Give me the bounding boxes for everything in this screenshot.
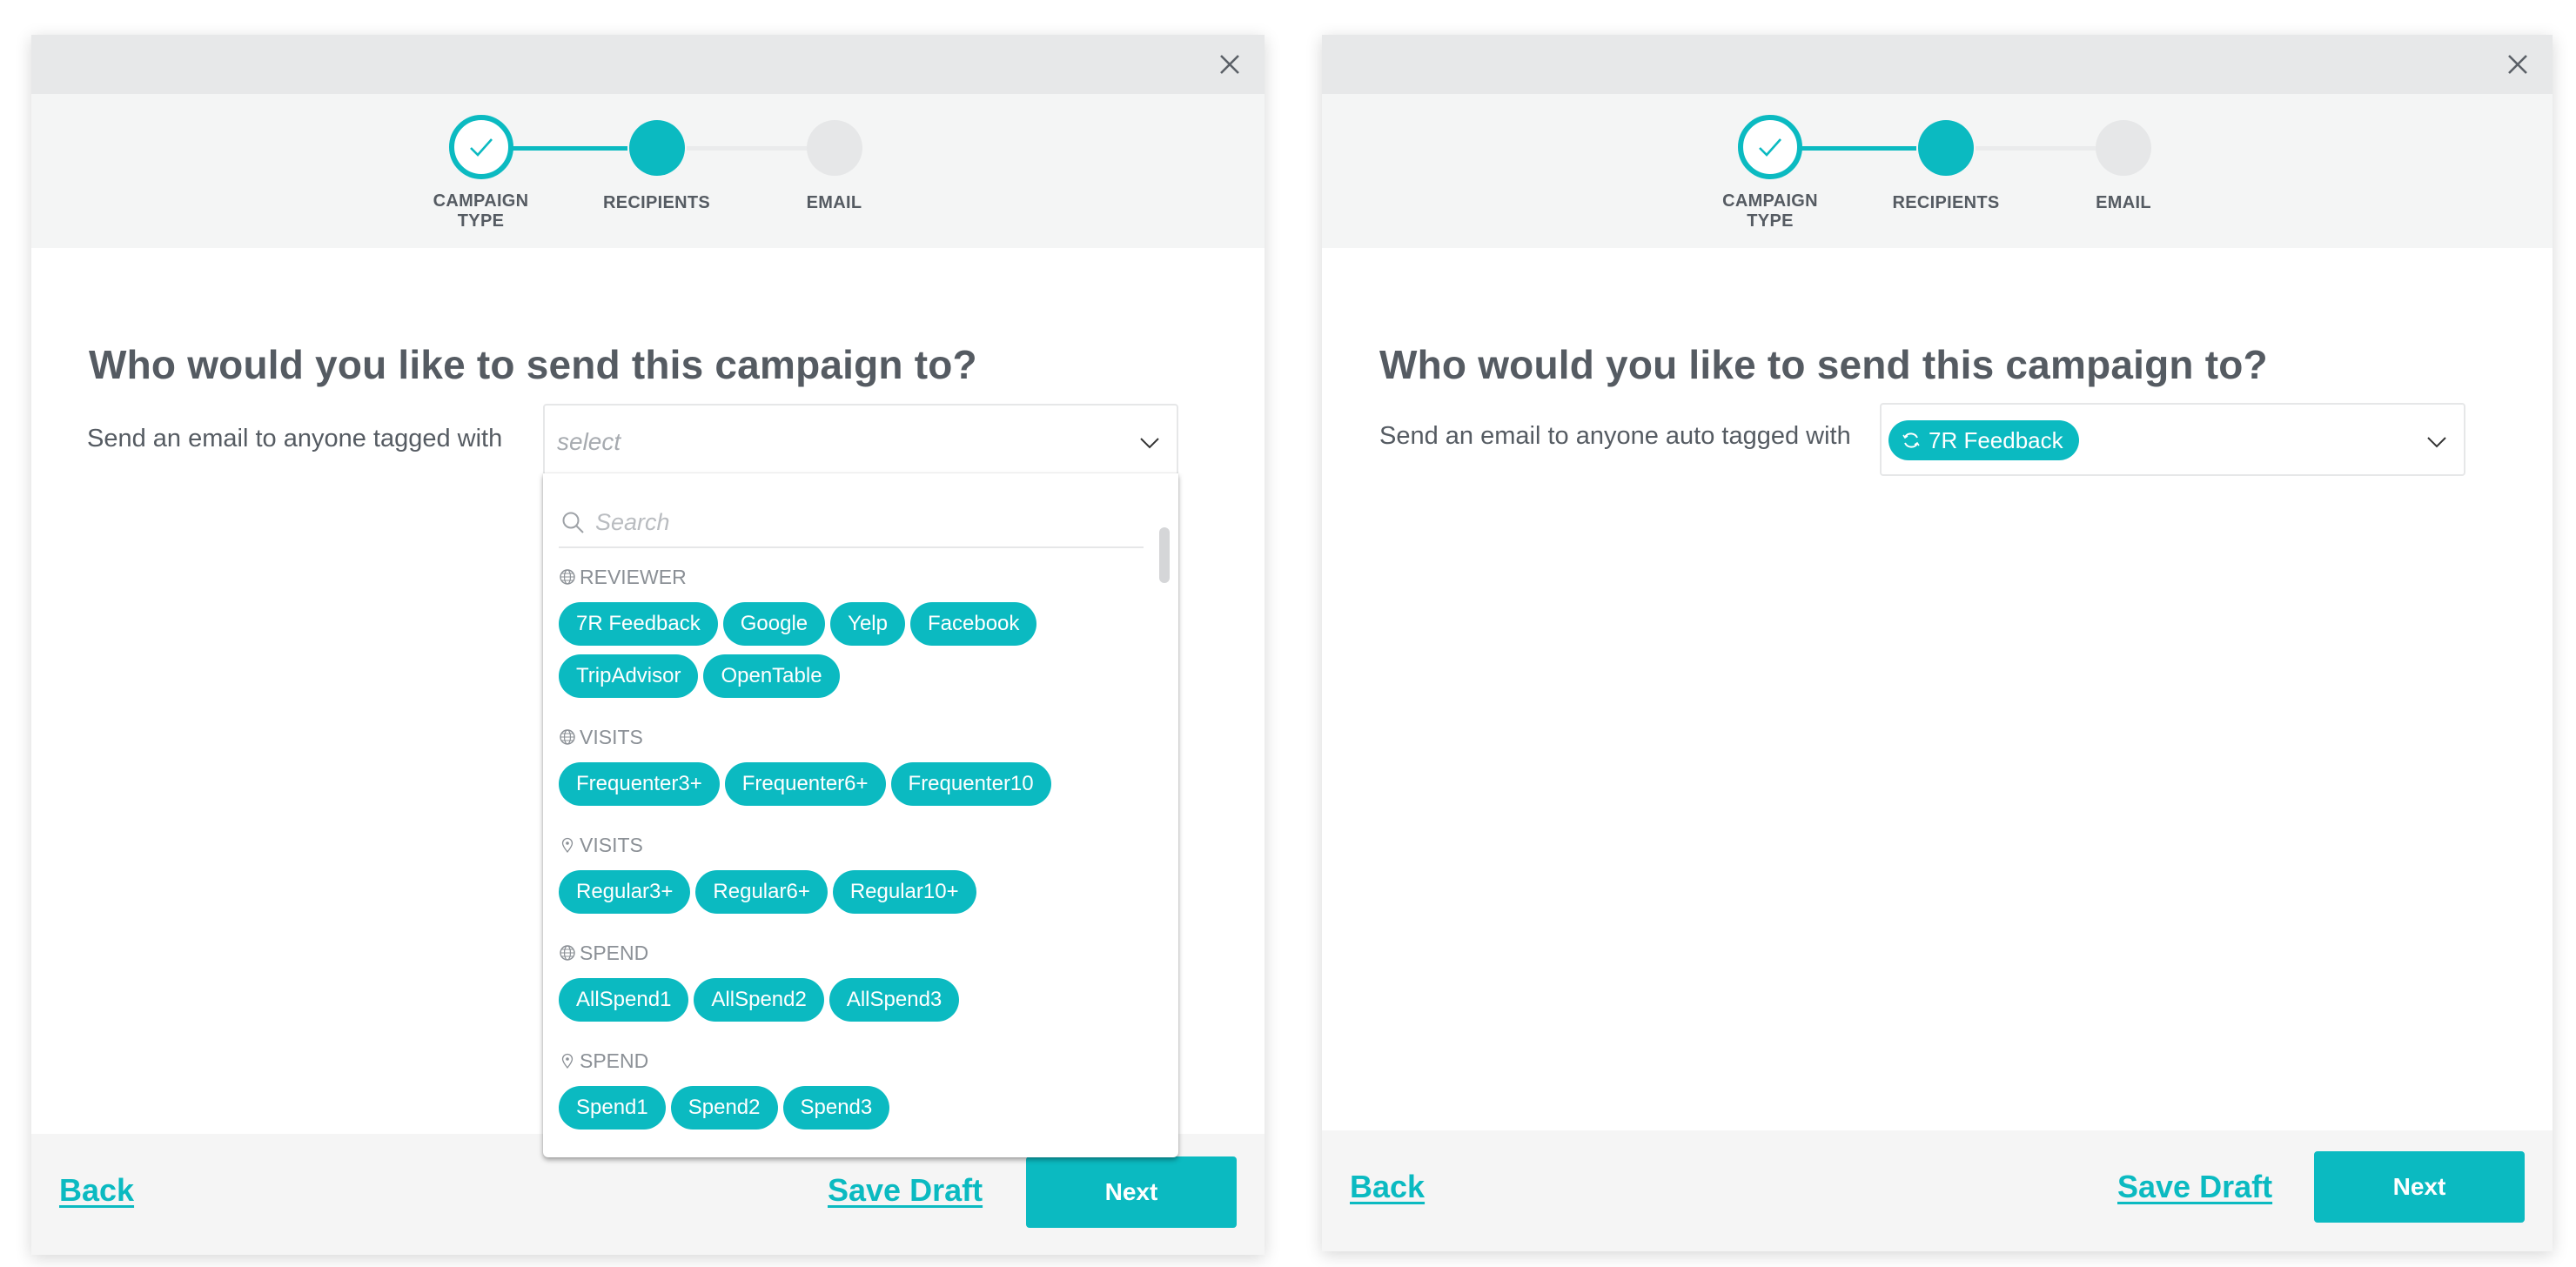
step-campaign-type[interactable]: CAMPAIGN TYPE [412, 113, 551, 231]
tag-chip[interactable]: Yelp [830, 602, 905, 646]
tag-group-label: REVIEWER [580, 565, 687, 588]
chevron-down-icon [1140, 438, 1159, 449]
tag-chip[interactable]: AllSpend1 [559, 978, 689, 1022]
tag-chip[interactable]: Facebook [909, 602, 1037, 646]
step-email[interactable]: EMAIL [2054, 113, 2193, 213]
back-link[interactable]: Back [1350, 1169, 1425, 1205]
search-icon [562, 512, 584, 533]
tag-group-title: VISITS [559, 724, 1133, 750]
step-label: RECIPIENTS [1892, 193, 2000, 212]
tag-select[interactable]: select [543, 404, 1178, 477]
step-recipients[interactable]: RECIPIENTS [587, 113, 727, 213]
tag-group-label: VISITS [580, 833, 643, 856]
checkmark-icon [469, 138, 493, 157]
step-label: CAMPAIGN TYPE [433, 191, 529, 231]
tag-group-label: SPEND [580, 941, 649, 964]
selected-tag-label: 7R Feedback [1929, 426, 2063, 453]
tag-group-title: SPEND [559, 1048, 1133, 1074]
step-circle-done [448, 115, 513, 179]
tag-chip[interactable]: Frequenter10 [890, 762, 1051, 806]
step-circle-pending [806, 120, 862, 176]
globe-icon [559, 728, 580, 746]
close-icon [2508, 55, 2527, 74]
chevron-down-icon [2427, 437, 2446, 448]
tag-chip[interactable]: AllSpend2 [694, 978, 824, 1022]
stepper-area: CAMPAIGN TYPE RECIPIENTS EMAIL [1322, 94, 2553, 248]
tag-group-label: VISITS [580, 725, 643, 748]
save-draft-link[interactable]: Save Draft [2117, 1169, 2272, 1205]
tag-chip[interactable]: AllSpend3 [828, 978, 960, 1022]
tag-field-label: Send an email to anyone tagged with [87, 425, 503, 452]
tag-chip-group: Spend1 Spend2 Spend3 [559, 1086, 1133, 1138]
tag-field-label: Send an email to anyone auto tagged with [1379, 422, 1851, 450]
sync-icon [1902, 432, 1920, 448]
selected-tag-chip[interactable]: 7R Feedback [1888, 420, 2079, 460]
tag-group-title: REVIEWER [559, 564, 1133, 590]
step-label: EMAIL [806, 193, 862, 212]
dialog-footer: Back Save Draft Next [1322, 1130, 2553, 1251]
page-title: Who would you like to send this campaign… [1379, 342, 2268, 387]
globe-icon [559, 944, 580, 962]
tag-chip[interactable]: Google [722, 602, 826, 646]
step-email[interactable]: EMAIL [765, 113, 904, 213]
dropdown-scrollbar[interactable] [1159, 527, 1170, 583]
progress-stepper: CAMPAIGN TYPE RECIPIENTS EMAIL [422, 113, 875, 244]
step-label: RECIPIENTS [602, 193, 711, 212]
tag-chip[interactable]: TripAdvisor [559, 654, 699, 698]
tag-group-title: VISITS [559, 832, 1133, 858]
step-label: CAMPAIGN TYPE [1722, 191, 1818, 231]
step-recipients[interactable]: RECIPIENTS [1876, 113, 2016, 213]
campaign-wizard-dialog-selected: CAMPAIGN TYPE RECIPIENTS EMAIL Who would … [1322, 35, 2553, 1251]
tag-group-label: SPEND [580, 1049, 649, 1072]
campaign-wizard-dialog-dropdown-open: CAMPAIGN TYPE RECIPIENTS EMAIL Who would … [31, 35, 1265, 1255]
globe-icon [559, 568, 580, 586]
page-title: Who would you like to send this campaign… [89, 342, 977, 387]
close-button[interactable] [2502, 49, 2533, 80]
checkmark-icon [1759, 138, 1781, 157]
tag-chip[interactable]: Spend1 [559, 1086, 666, 1130]
search-input[interactable] [595, 505, 1117, 540]
progress-stepper: CAMPAIGN TYPE RECIPIENTS EMAIL [1711, 113, 2163, 244]
next-button[interactable]: Next [1026, 1156, 1237, 1228]
tag-chip[interactable]: Spend2 [670, 1086, 778, 1130]
tag-chip[interactable]: Frequenter3+ [559, 762, 720, 806]
tag-chip-group: Frequenter3+ Frequenter6+ Frequenter10 [559, 762, 1133, 814]
select-placeholder: select [557, 428, 621, 455]
step-circle-active [1918, 120, 1974, 176]
step-circle-done [1738, 115, 1802, 179]
location-pin-icon [559, 1052, 580, 1069]
tag-chip[interactable]: OpenTable [703, 654, 840, 698]
tag-dropdown-menu: REVIEWER 7R FeedbackGoogleYelpFacebook Tri… [543, 473, 1178, 1157]
next-button[interactable]: Next [2314, 1151, 2525, 1223]
tag-chip-group: 7R Feedback Google Yelp Facebook TripAdvisor… [559, 602, 1133, 707]
dialog-header [31, 35, 1265, 94]
close-button[interactable] [1214, 49, 1245, 80]
tag-chip[interactable]: Regular10+ [832, 870, 976, 914]
tag-chip[interactable]: Regular6+ [695, 870, 828, 914]
save-draft-link[interactable]: Save Draft [828, 1172, 983, 1209]
step-circle-pending [2096, 120, 2151, 176]
back-link[interactable]: Back [59, 1172, 134, 1209]
stepper-area: CAMPAIGN TYPE RECIPIENTS EMAIL [31, 94, 1265, 248]
tag-chip-group: Regular3+ Regular6+ Regular10+ [559, 870, 1133, 922]
dialog-header [1322, 35, 2553, 94]
dropdown-search [559, 499, 1144, 548]
tag-select[interactable]: 7R Feedback [1880, 403, 2465, 476]
tag-group-title: SPEND [559, 940, 1133, 966]
step-campaign-type[interactable]: CAMPAIGN TYPE [1701, 113, 1840, 231]
close-icon [1220, 55, 1239, 74]
step-circle-active [628, 120, 685, 176]
tag-chip-group: AllSpend1 AllSpend2 AllSpend3 [559, 978, 1133, 1030]
tag-chip[interactable]: Frequenter6+ [724, 762, 886, 806]
tag-group-list: REVIEWER 7R Feedback Google Yelp Facebook Tri… [559, 564, 1133, 1156]
tag-chip[interactable]: 7R Feedback [559, 602, 718, 646]
tag-chip[interactable]: Regular3+ [559, 870, 691, 914]
step-label: EMAIL [2096, 193, 2151, 212]
location-pin-icon [559, 836, 580, 854]
tag-chip[interactable]: Spend3 [782, 1086, 890, 1130]
